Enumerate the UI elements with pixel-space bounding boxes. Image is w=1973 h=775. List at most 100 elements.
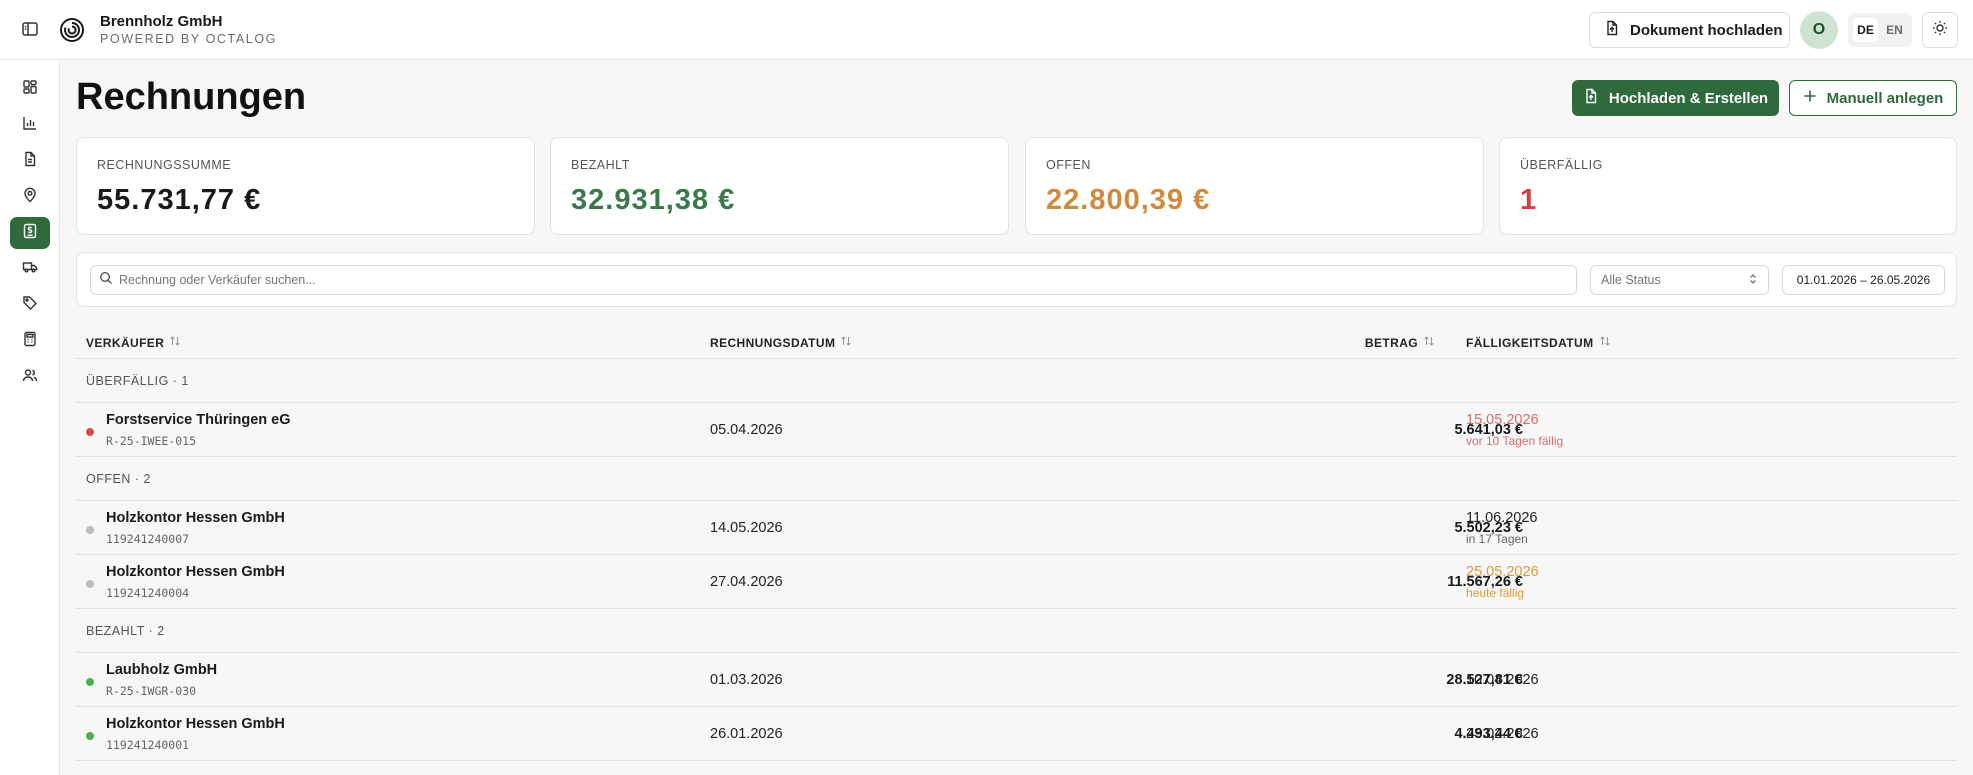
left-nav: [0, 60, 60, 775]
vendor-name: Holzkontor Hessen GmbH: [106, 510, 285, 526]
status-select[interactable]: Alle Status: [1590, 265, 1769, 295]
invoice-number: R-25-IWEE-015: [106, 434, 197, 448]
status-dot: [86, 580, 94, 588]
due-date: 11.06.2026: [1466, 510, 1538, 526]
sort-icon: [1423, 335, 1435, 350]
table-header: Verkäufer Rechnungsdatum Betrag Fälligke…: [76, 323, 1957, 359]
stat-value: 55.731,77 €: [97, 184, 262, 216]
column-header-amount[interactable]: Betrag: [1365, 335, 1435, 350]
calculator-icon: [22, 331, 38, 352]
table-row[interactable]: Holzkontor Hessen GmbH 119241240001 26.0…: [76, 707, 1957, 761]
group-header-paid: Bezahlt · 2: [76, 609, 1957, 653]
invoice-date: 14.05.2026: [710, 520, 783, 536]
stat-card-open: Offen 22.800,39 €: [1025, 137, 1484, 235]
create-manually-label: Manuell anlegen: [1826, 89, 1944, 107]
nav-locations[interactable]: [10, 181, 50, 213]
nav-invoices[interactable]: [10, 217, 50, 249]
column-header-invoice-date[interactable]: Rechnungsdatum: [710, 335, 852, 350]
group-label: Überfällig · 1: [86, 374, 189, 389]
sort-icon: [840, 335, 852, 350]
invoice-number: R-25-IWGR-030: [106, 684, 197, 698]
nav-users[interactable]: [10, 361, 50, 393]
table-row[interactable]: Holzkontor Hessen GmbH 119241240004 27.0…: [76, 555, 1957, 609]
invoice-number: 119241240004: [106, 586, 190, 600]
language-option-de[interactable]: DE: [1853, 18, 1878, 42]
table-row[interactable]: Holzkontor Hessen GmbH 119241240007 14.0…: [76, 501, 1957, 555]
map-pin-icon: [22, 187, 38, 208]
upload-document-label: Dokument hochladen: [1630, 21, 1783, 39]
upload-create-button[interactable]: Hochladen & Erstellen: [1572, 80, 1779, 116]
nav-pricing[interactable]: [10, 289, 50, 321]
user-avatar[interactable]: O: [1800, 11, 1838, 49]
stat-value: 1: [1520, 184, 1538, 216]
group-header-overdue: Überfällig · 1: [76, 359, 1957, 403]
nav-dashboard[interactable]: [10, 73, 50, 105]
date-range-picker[interactable]: 01.01.2026 – 26.05.2026: [1782, 265, 1945, 295]
dashboard-icon: [22, 79, 38, 100]
sun-icon: [1932, 20, 1948, 41]
upload-document-button[interactable]: Dokument hochladen: [1589, 12, 1790, 48]
bar-chart-icon: [22, 115, 38, 136]
stat-card-total: Rechnungssumme 55.731,77 €: [76, 137, 535, 235]
search-field: [90, 265, 1577, 295]
stat-value: 22.800,39 €: [1046, 184, 1211, 216]
group-header-open: Offen · 2: [76, 457, 1957, 501]
table-row[interactable]: Laubholz GmbH R-25-IWGR-030 01.03.2026 2…: [76, 653, 1957, 707]
theme-toggle-button[interactable]: [1922, 12, 1958, 48]
invoice-icon: [22, 223, 38, 244]
create-manually-button[interactable]: Manuell anlegen: [1789, 80, 1957, 116]
column-label: Betrag: [1364, 335, 1418, 350]
vendor-name: Holzkontor Hessen GmbH: [106, 564, 285, 580]
upload-create-label: Hochladen & Erstellen: [1608, 89, 1769, 107]
column-header-vendor[interactable]: Verkäufer: [86, 335, 181, 350]
stat-card-overdue: Überfällig 1: [1499, 137, 1957, 235]
invoice-number: 119241240001: [106, 738, 190, 752]
table-row[interactable]: Forstservice Thüringen eG R-25-IWEE-015 …: [76, 403, 1957, 457]
nav-calculator[interactable]: [10, 325, 50, 357]
vendor-name: Holzkontor Hessen GmbH: [106, 716, 285, 732]
nav-deliveries[interactable]: [10, 253, 50, 285]
language-option-en[interactable]: EN: [1882, 18, 1907, 42]
vendor-name: Laubholz GmbH: [106, 662, 218, 678]
file-upload-icon: [1604, 20, 1620, 40]
status-dot: [86, 526, 94, 534]
column-label: Verkäufer: [86, 335, 165, 350]
stat-label: Überfällig: [1520, 158, 1603, 172]
truck-icon: [22, 259, 38, 280]
invoice-number: 119241240007: [106, 532, 190, 546]
vendor-name: Forstservice Thüringen eG: [106, 412, 291, 428]
file-upload-icon: [1583, 88, 1599, 108]
status-select-value: Alle Status: [1601, 273, 1661, 287]
column-header-due-date[interactable]: Fälligkeitsdatum: [1466, 335, 1611, 350]
plus-icon: [1803, 89, 1817, 107]
document-icon: [22, 151, 38, 172]
due-note: heute fällig: [1466, 586, 1525, 600]
due-note: in 17 Tagen: [1466, 532, 1528, 546]
invoice-date: 26.01.2026: [710, 726, 783, 742]
invoice-date: 05.04.2026: [710, 422, 783, 438]
nav-documents[interactable]: [10, 145, 50, 177]
status-dot: [86, 678, 94, 686]
users-icon: [22, 367, 38, 388]
nav-analytics[interactable]: [10, 109, 50, 141]
due-date: 10.04.2026: [1466, 672, 1539, 688]
group-label: Bezahlt · 2: [86, 624, 165, 639]
filter-bar: Alle Status 01.01.2026 – 26.05.2026: [76, 252, 1957, 307]
stat-label: Rechnungssumme: [97, 158, 232, 172]
stat-label: Offen: [1046, 158, 1091, 172]
brand-name: Brennholz GmbH: [100, 13, 223, 30]
invoice-date: 01.03.2026: [710, 672, 783, 688]
top-bar: Brennholz GmbH POWERED BY OCTALOG Dokume…: [0, 0, 1973, 60]
due-date: 25.05.2026: [1466, 564, 1539, 580]
status-dot: [86, 428, 94, 436]
octalog-logo-icon: [57, 15, 87, 45]
brand-tagline: POWERED BY OCTALOG: [100, 32, 277, 46]
column-label: Rechnungsdatum: [710, 335, 836, 350]
due-date: 23.02.2026: [1466, 726, 1539, 742]
sort-icon: [169, 335, 181, 350]
search-input[interactable]: [119, 273, 1569, 287]
status-dot: [86, 732, 94, 740]
stat-label: Bezahlt: [571, 158, 630, 172]
sidebar-toggle-icon[interactable]: [20, 19, 40, 39]
due-date: 15.05.2026: [1466, 412, 1539, 428]
